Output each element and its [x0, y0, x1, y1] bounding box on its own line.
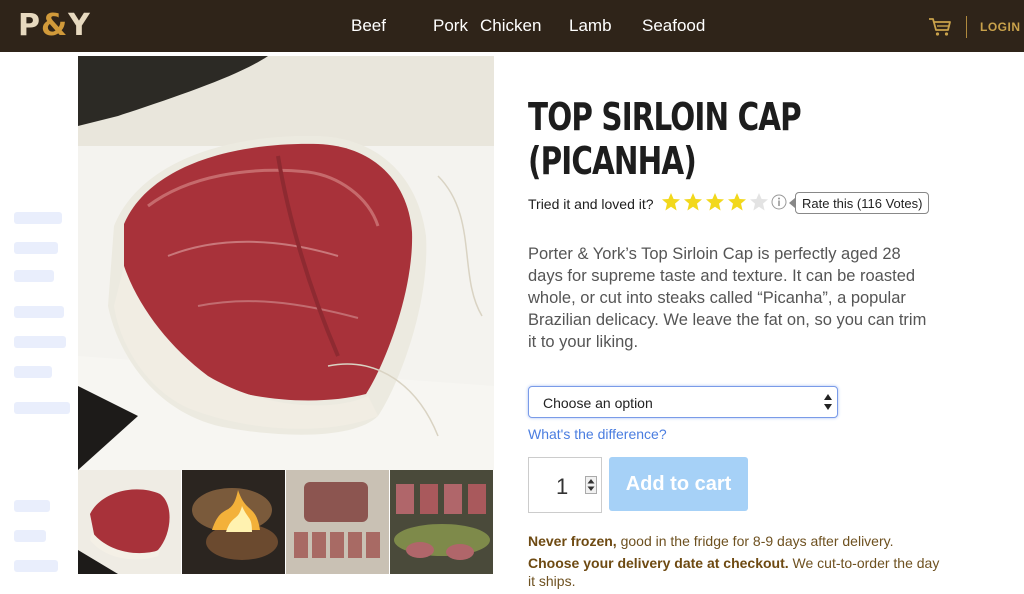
thumbnail-raw-meat-image [78, 470, 181, 574]
nav-item-pork[interactable]: Pork [433, 16, 468, 36]
sidebar-ghost-line [14, 366, 52, 378]
thumbnail-grill-image [182, 470, 285, 574]
faded-sidebar [0, 52, 78, 594]
logo-letter-y: Y [68, 8, 91, 43]
sidebar-ghost-line [14, 530, 46, 542]
nav-item-seafood[interactable]: Seafood [642, 16, 705, 36]
nav-item-beef[interactable]: Beef [351, 16, 386, 36]
freshness-note: Never frozen, good in the fridge for 8-9… [528, 532, 948, 550]
product-description: Porter & York’s Top Sirloin Cap is perfe… [528, 245, 927, 351]
star-icon[interactable] [727, 192, 747, 212]
star-icon[interactable] [661, 192, 681, 212]
sidebar-ghost-line [14, 242, 58, 254]
quantity-value[interactable]: 1 [556, 474, 568, 500]
nav-item-lamb[interactable]: Lamb [569, 16, 612, 36]
option-select-value: Choose an option [543, 395, 653, 411]
add-to-cart-button[interactable]: Add to cart [609, 457, 748, 511]
product-main-image[interactable] [78, 56, 494, 470]
spinner-arrows-icon[interactable] [585, 476, 597, 494]
star-icon[interactable] [705, 192, 725, 212]
select-arrows-icon [824, 394, 832, 410]
sidebar-ghost-line [14, 336, 66, 348]
thumbnail-sliced-image [286, 470, 389, 574]
brand-logo[interactable]: P&Y [18, 9, 91, 43]
thumbnail-1[interactable] [78, 470, 181, 574]
delivery-note: Choose your delivery date at checkout. W… [528, 554, 948, 590]
difference-link[interactable]: What's the difference? [528, 426, 667, 442]
cart-icon[interactable] [928, 17, 952, 37]
option-select[interactable]: Choose an option [528, 386, 838, 418]
info-icon[interactable] [771, 194, 787, 210]
top-navigation-bar: P&Y Beef Pork Chicken Lamb Seafood LOGIN [0, 0, 1024, 52]
product-title: TOP SIRLOIN CAP (PICANHA) [528, 95, 802, 183]
freshness-note-bold: Never frozen, [528, 533, 617, 549]
star-empty-icon[interactable] [749, 192, 769, 212]
logo-ampersand: & [41, 8, 69, 43]
rate-this-button[interactable]: Rate this (116 Votes) [795, 192, 930, 214]
delivery-note-bold: Choose your delivery date at checkout. [528, 555, 789, 571]
sidebar-ghost-line [14, 500, 50, 512]
nav-item-chicken[interactable]: Chicken [480, 16, 541, 36]
rating-row: Tried it and loved it? Rate this (116 Vo… [528, 192, 948, 216]
product-thumbnails [78, 470, 494, 574]
sidebar-ghost-line [14, 306, 64, 318]
thumbnail-2[interactable] [182, 470, 285, 574]
quantity-stepper[interactable]: 1 [528, 457, 602, 513]
star-icon[interactable] [683, 192, 703, 212]
thumbnail-skewers-image [390, 470, 493, 574]
header-divider [966, 16, 967, 38]
sidebar-ghost-line [14, 212, 62, 224]
rating-prompt: Tried it and loved it? [528, 196, 654, 212]
sidebar-ghost-line [14, 560, 58, 572]
freshness-note-text: good in the fridge for 8-9 days after de… [616, 533, 894, 549]
sidebar-ghost-line [14, 402, 70, 414]
sidebar-ghost-line [14, 270, 54, 282]
logo-letter-p: P [18, 8, 41, 43]
picanha-photo [78, 56, 494, 470]
thumbnail-3[interactable] [286, 470, 389, 574]
login-link[interactable]: LOGIN [980, 20, 1021, 34]
thumbnail-4[interactable] [390, 470, 493, 574]
